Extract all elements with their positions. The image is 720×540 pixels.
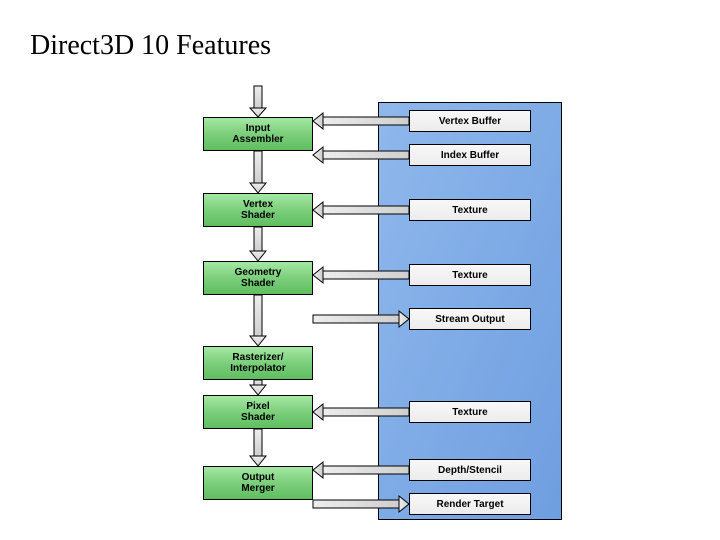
arrow-ps-to-om — [250, 429, 266, 466]
stage-vertex-shader: Vertex Shader — [203, 193, 313, 227]
mem-texture-vs: Texture — [409, 199, 531, 221]
arrow-gs-to-ri — [250, 295, 266, 346]
stage-output-merger: Output Merger — [203, 466, 313, 500]
stage-label: Shader — [241, 210, 275, 222]
stage-label: Merger — [241, 483, 274, 495]
stage-label: Rasterizer/ — [232, 352, 283, 364]
stage-label: Shader — [241, 278, 275, 290]
stage-label: Assembler — [232, 134, 283, 146]
arrow-vs-to-gs — [250, 227, 266, 261]
stage-label: Output — [242, 472, 275, 484]
stage-label: Input — [246, 123, 270, 135]
mem-vertex-buffer: Vertex Buffer — [409, 110, 531, 132]
mem-index-buffer: Index Buffer — [409, 144, 531, 166]
arrow-ia-to-vs — [250, 151, 266, 193]
page-title: Direct3D 10 Features — [30, 30, 271, 62]
mem-texture-gs: Texture — [409, 264, 531, 286]
stage-geometry-shader: Geometry Shader — [203, 261, 313, 295]
stage-label: Interpolator — [230, 363, 286, 375]
stage-rasterizer-interpolator: Rasterizer/ Interpolator — [203, 346, 313, 380]
stage-input-assembler: Input Assembler — [203, 117, 313, 151]
stage-label: Shader — [241, 412, 275, 424]
mem-render-target: Render Target — [409, 493, 531, 515]
stage-pixel-shader: Pixel Shader — [203, 395, 313, 429]
arrow-ri-to-ps — [250, 380, 266, 395]
mem-texture-ps: Texture — [409, 401, 531, 423]
mem-depth-stencil: Depth/Stencil — [409, 459, 531, 481]
stage-label: Geometry — [235, 267, 282, 279]
arrows-layer — [0, 0, 720, 540]
arrow-top-entry — [250, 86, 266, 117]
stage-label: Pixel — [246, 401, 269, 413]
stage-label: Vertex — [243, 199, 273, 211]
mem-stream-output: Stream Output — [409, 308, 531, 330]
